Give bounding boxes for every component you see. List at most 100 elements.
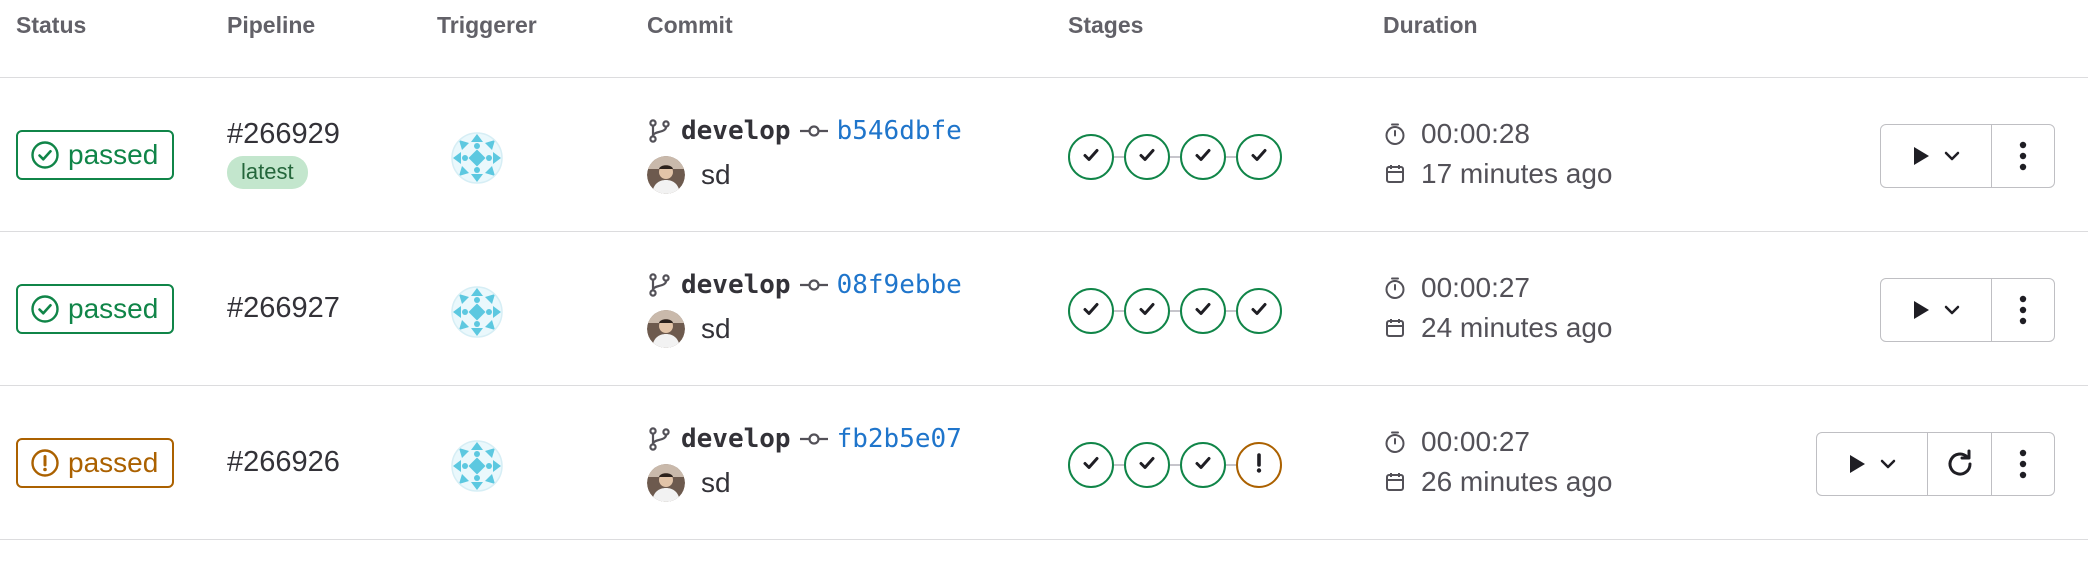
chevron-down-icon — [1943, 150, 1961, 162]
check-circle-icon — [30, 294, 60, 324]
stage-warning-indicator[interactable] — [1236, 442, 1282, 488]
author-avatar[interactable] — [647, 156, 685, 194]
pipeline-actions — [1816, 432, 2055, 496]
commit-ref: develop 08f9ebbe — [647, 270, 962, 300]
kebab-menu-icon — [2019, 141, 2027, 171]
stage-success-indicator[interactable] — [1236, 134, 1282, 180]
stage-success-indicator[interactable] — [1124, 442, 1170, 488]
stage-connector — [1170, 310, 1180, 312]
branch-icon — [647, 272, 681, 298]
finished-value: 17 minutes ago — [1421, 158, 1613, 189]
more-actions-button[interactable] — [1992, 279, 2054, 341]
commit-author: sd — [647, 310, 731, 348]
check-icon — [1134, 142, 1160, 173]
calendar-icon — [1383, 470, 1407, 494]
duration-value: 00:00:27 — [1421, 426, 1530, 457]
finished-at: 24 minutes ago — [1383, 312, 1612, 344]
branch-link[interactable]: develop — [681, 116, 791, 146]
play-icon — [1911, 299, 1931, 321]
run-manual-job-dropdown[interactable] — [1817, 433, 1928, 495]
status-label: passed — [68, 139, 159, 170]
commit-author: sd — [647, 156, 731, 194]
stage-success-indicator[interactable] — [1124, 288, 1170, 334]
status-label: passed — [68, 447, 159, 478]
status-badge[interactable]: passed — [16, 284, 175, 334]
stage-success-indicator[interactable] — [1124, 134, 1170, 180]
timer-icon — [1383, 122, 1407, 146]
stage-connector — [1114, 310, 1124, 312]
author-avatar[interactable] — [647, 464, 685, 502]
check-icon — [1078, 450, 1104, 481]
stage-success-indicator[interactable] — [1068, 134, 1114, 180]
pipeline-actions — [1880, 124, 2055, 188]
run-manual-job-dropdown[interactable] — [1881, 279, 1992, 341]
author-name[interactable]: sd — [701, 159, 731, 191]
commit-ref: develop b546dbfe — [647, 116, 962, 146]
stage-success-indicator[interactable] — [1180, 442, 1226, 488]
status-badge[interactable]: passed — [16, 130, 175, 180]
triggerer-avatar[interactable] — [451, 132, 503, 184]
pipeline-id-link[interactable]: #266926 — [227, 446, 340, 479]
check-icon — [1134, 296, 1160, 327]
pipeline-id-link[interactable]: #266929 — [227, 118, 340, 151]
stage-connector — [1226, 310, 1236, 312]
author-name[interactable]: sd — [701, 313, 731, 345]
branch-link[interactable]: develop — [681, 424, 791, 454]
author-avatar[interactable] — [647, 310, 685, 348]
pipeline-cell: #266926 — [227, 386, 407, 540]
retry-button[interactable] — [1928, 433, 1992, 495]
status-badge[interactable]: passed — [16, 438, 175, 488]
header-duration: Duration — [1383, 12, 1478, 38]
timer-icon — [1383, 276, 1407, 300]
branch-link[interactable]: develop — [681, 270, 791, 300]
triggerer-avatar[interactable] — [451, 440, 503, 492]
commit-author: sd — [647, 464, 731, 502]
pipeline-actions — [1880, 278, 2055, 342]
stage-connector — [1114, 156, 1124, 158]
header-commit: Commit — [647, 12, 733, 38]
more-actions-button[interactable] — [1992, 125, 2054, 187]
commit-sha-link[interactable]: 08f9ebbe — [837, 270, 962, 300]
stage-success-indicator[interactable] — [1180, 134, 1226, 180]
finished-at: 26 minutes ago — [1383, 466, 1612, 498]
pipeline-mini-graph — [1068, 288, 1282, 334]
author-name[interactable]: sd — [701, 467, 731, 499]
check-icon — [1078, 142, 1104, 173]
kebab-menu-icon — [2019, 295, 2027, 325]
duration-value: 00:00:27 — [1421, 272, 1530, 303]
triggerer-avatar[interactable] — [451, 286, 503, 338]
stage-connector — [1226, 156, 1236, 158]
run-manual-job-dropdown[interactable] — [1881, 125, 1992, 187]
stage-connector — [1114, 464, 1124, 466]
header-triggerer: Triggerer — [437, 12, 537, 38]
commit-ref: develop fb2b5e07 — [647, 424, 962, 454]
branch-icon — [647, 118, 681, 144]
retry-icon — [1944, 448, 1976, 480]
pipeline-id-link[interactable]: #266927 — [227, 292, 340, 325]
header-status: Status — [16, 12, 87, 38]
check-circle-icon — [30, 140, 60, 170]
stage-success-indicator[interactable] — [1068, 442, 1114, 488]
play-icon — [1847, 453, 1867, 475]
stage-success-indicator[interactable] — [1180, 288, 1226, 334]
chevron-down-icon — [1943, 304, 1961, 316]
finished-value: 24 minutes ago — [1421, 312, 1613, 343]
calendar-icon — [1383, 162, 1407, 186]
commit-icon — [791, 275, 837, 295]
finished-value: 26 minutes ago — [1421, 466, 1613, 497]
duration: 00:00:28 — [1383, 118, 1530, 150]
commit-icon — [791, 121, 837, 141]
check-icon — [1078, 296, 1104, 327]
branch-icon — [647, 426, 681, 452]
duration-value: 00:00:28 — [1421, 118, 1530, 149]
stage-success-indicator[interactable] — [1236, 288, 1282, 334]
play-icon — [1911, 145, 1931, 167]
stage-success-indicator[interactable] — [1068, 288, 1114, 334]
duration: 00:00:27 — [1383, 426, 1530, 458]
commit-sha-link[interactable]: b546dbfe — [837, 116, 962, 146]
table-row: passed #266927 develop 08f9ebbe sd 00:00… — [0, 232, 2088, 386]
check-icon — [1246, 142, 1272, 173]
commit-sha-link[interactable]: fb2b5e07 — [837, 424, 962, 454]
status-label: passed — [68, 293, 159, 324]
more-actions-button[interactable] — [1992, 433, 2054, 495]
